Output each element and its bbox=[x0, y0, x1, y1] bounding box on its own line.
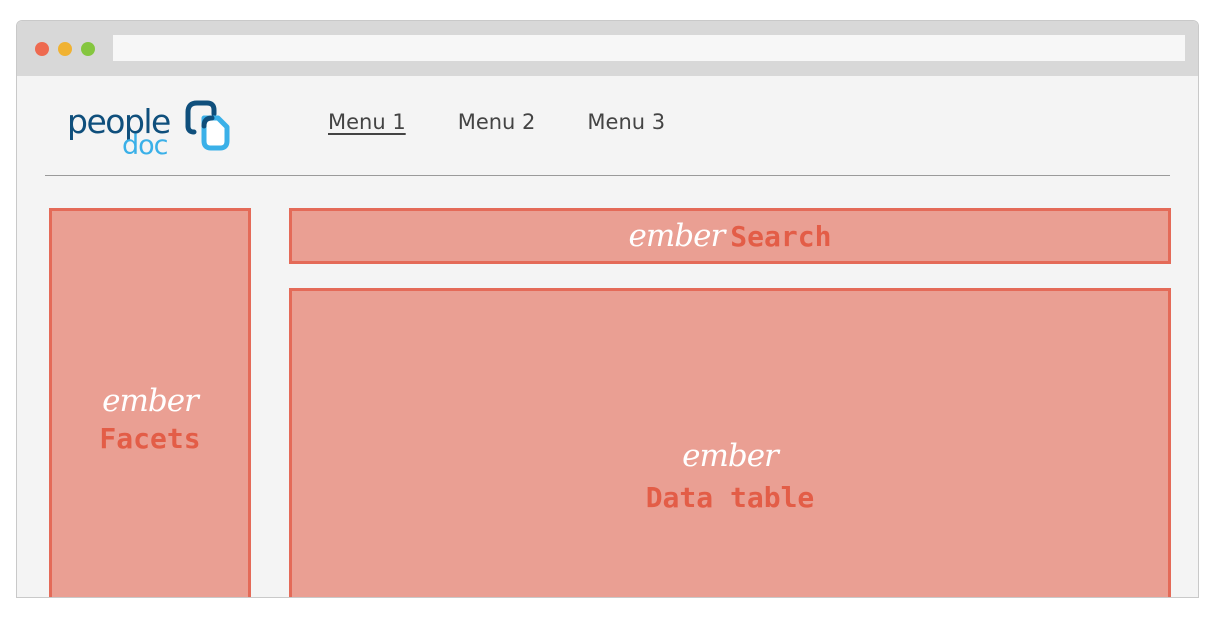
site-header: people doc Menu 1 Menu 2 Menu 3 bbox=[17, 76, 1198, 176]
maximize-window-button[interactable] bbox=[81, 42, 95, 56]
data-table-label: Data table bbox=[645, 481, 815, 514]
close-window-button[interactable] bbox=[35, 42, 49, 56]
nav-menu-1[interactable]: Menu 1 bbox=[328, 110, 406, 134]
facets-panel[interactable]: ember Facets bbox=[49, 208, 251, 597]
search-label: Search bbox=[730, 219, 832, 253]
peopledoc-logo[interactable]: people doc bbox=[67, 96, 237, 162]
logo-doc-text: doc bbox=[122, 130, 169, 161]
document-stack-icon bbox=[185, 100, 230, 151]
main-nav: Menu 1 Menu 2 Menu 3 bbox=[328, 110, 665, 134]
ember-logo: ember bbox=[628, 218, 726, 254]
facets-label: Facets bbox=[99, 422, 201, 455]
nav-menu-3[interactable]: Menu 3 bbox=[587, 110, 665, 134]
minimize-window-button[interactable] bbox=[58, 42, 72, 56]
nav-menu-2[interactable]: Menu 2 bbox=[458, 110, 536, 134]
ember-logo: ember bbox=[102, 383, 199, 419]
browser-window: people doc Menu 1 Menu 2 Menu 3 ember Fa… bbox=[16, 20, 1199, 598]
header-divider bbox=[45, 175, 1170, 176]
address-bar[interactable] bbox=[113, 35, 1185, 61]
browser-titlebar bbox=[17, 21, 1198, 76]
data-table-panel[interactable]: ember Data table bbox=[289, 288, 1171, 597]
search-panel[interactable]: ember Search bbox=[289, 208, 1171, 264]
ember-logo: ember bbox=[682, 438, 779, 474]
